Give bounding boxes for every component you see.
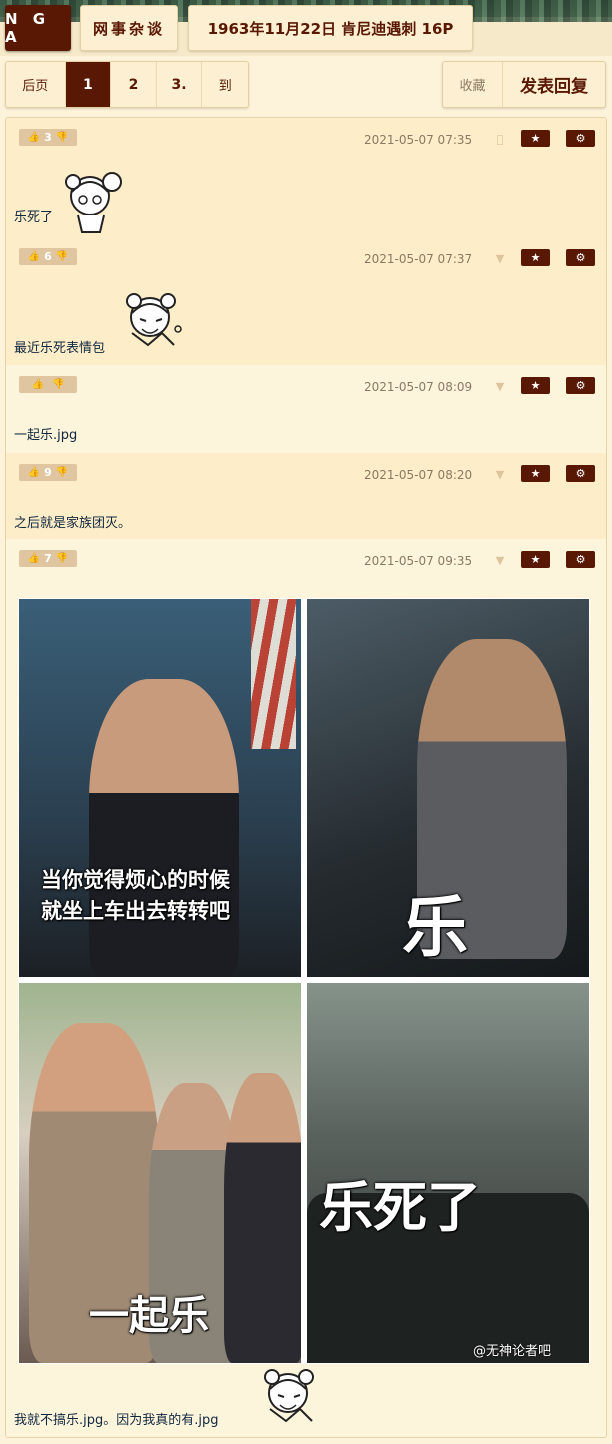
gear-icon: ⚙ bbox=[575, 132, 586, 145]
gear-icon: ⚙ bbox=[575, 379, 586, 392]
thumb-up-icon[interactable]: 👍 bbox=[28, 251, 40, 262]
breadcrumb-topic[interactable]: 1963年11月22日 肯尼迪遇刺 16P bbox=[188, 5, 473, 51]
vote-widget[interactable]: 👍 6 👎 bbox=[19, 248, 77, 265]
post-content: 之后就是家族团灭。 bbox=[14, 516, 132, 531]
vote-count: 6 bbox=[44, 250, 52, 263]
star-icon: ★ bbox=[530, 379, 541, 392]
gear-icon: ⚙ bbox=[575, 251, 586, 264]
thumb-down-icon[interactable]: 👎 bbox=[56, 467, 68, 478]
person-figure bbox=[89, 679, 239, 977]
vote-widget[interactable]: 👍 9 👎 bbox=[19, 464, 77, 481]
photo-panel: 乐死了 @无神论者吧 bbox=[307, 983, 589, 1363]
star-button[interactable]: ★ bbox=[521, 465, 550, 482]
thumb-up-icon[interactable]: 👍 bbox=[28, 132, 40, 143]
gear-icon: ⚙ bbox=[575, 467, 586, 480]
star-icon: ★ bbox=[530, 553, 541, 566]
thumb-up-icon[interactable]: 👍 bbox=[32, 379, 44, 390]
next-page-button[interactable]: 后页 bbox=[6, 62, 66, 107]
image-caption: 当你觉得烦心的时候 就坐上车出去转转吧 bbox=[41, 865, 230, 927]
photo-panel: 当你觉得烦心的时候 就坐上车出去转转吧 bbox=[19, 599, 301, 977]
star-button[interactable]: ★ bbox=[521, 551, 550, 568]
star-icon: ★ bbox=[530, 251, 541, 264]
thumb-down-icon[interactable]: 👎 bbox=[52, 379, 64, 390]
post-content: 一起乐.jpg bbox=[14, 428, 78, 443]
post-menu-button[interactable]: ⚙ bbox=[566, 249, 595, 266]
post-time: 2021-05-07 09:35 bbox=[364, 554, 473, 568]
star-button[interactable]: ★ bbox=[521, 377, 550, 394]
thread-actions: 收藏 发表回复 bbox=[442, 61, 606, 108]
page-1-button[interactable]: 1 bbox=[65, 62, 112, 107]
photo-panel: 乐 bbox=[307, 599, 589, 977]
android-icon: ▼ bbox=[495, 554, 505, 567]
sticker-image bbox=[65, 172, 122, 233]
thumb-down-icon[interactable]: 👎 bbox=[56, 251, 68, 262]
thread-posts: 👍 3 👎 2021-05-07 07:35  ★ ⚙ 乐死了 👍 6 👎 2… bbox=[5, 117, 607, 1438]
goto-page-button[interactable]: 到 bbox=[202, 62, 248, 107]
android-icon: ▼ bbox=[495, 380, 505, 393]
vote-widget[interactable]: 👍 3 👎 bbox=[19, 129, 77, 146]
vote-count: 3 bbox=[44, 131, 52, 144]
post-menu-button[interactable]: ⚙ bbox=[566, 377, 595, 394]
post-menu-button[interactable]: ⚙ bbox=[566, 551, 595, 568]
star-button[interactable]: ★ bbox=[521, 249, 550, 266]
post-time: 2021-05-07 08:20 bbox=[364, 468, 473, 482]
post: 👍 3 👎 2021-05-07 07:35  ★ ⚙ 乐死了 bbox=[6, 118, 606, 237]
post-content: 我就不搞乐.jpg。因为我真的有.jpg bbox=[14, 1413, 219, 1428]
post: 👍 7 👎 2021-05-07 09:35 ▼ ★ ⚙ 当你觉得烦心的时候 就… bbox=[6, 539, 606, 1437]
thumb-up-icon[interactable]: 👍 bbox=[28, 467, 40, 478]
vote-count: 7 bbox=[44, 552, 52, 565]
post-menu-button[interactable]: ⚙ bbox=[566, 130, 595, 147]
vote-widget[interactable]: 👍 👎 bbox=[19, 376, 77, 393]
person-figure bbox=[224, 1073, 301, 1363]
vote-widget[interactable]: 👍 7 👎 bbox=[19, 550, 77, 567]
post-content: 乐死了 bbox=[14, 210, 54, 225]
image-caption: 乐 bbox=[402, 889, 468, 966]
gear-icon: ⚙ bbox=[575, 553, 586, 566]
vote-count: 9 bbox=[44, 466, 52, 479]
post: 👍 6 👎 2021-05-07 07:37 ▼ ★ ⚙ 最近乐死表情包 bbox=[6, 237, 606, 365]
android-icon: ▼ bbox=[495, 252, 505, 265]
page-3-button[interactable]: 3. bbox=[157, 62, 203, 107]
star-button[interactable]: ★ bbox=[521, 130, 550, 147]
sticker-image bbox=[264, 1369, 314, 1423]
post: 👍 👎 2021-05-07 08:09 ▼ ★ ⚙ 一起乐.jpg bbox=[6, 365, 606, 453]
android-icon: ▼ bbox=[495, 468, 505, 481]
site-logo[interactable]: N G A bbox=[5, 5, 71, 51]
post-menu-button[interactable]: ⚙ bbox=[566, 465, 595, 482]
reply-button[interactable]: 发表回复 bbox=[503, 62, 605, 107]
photo-panel: 一起乐 bbox=[19, 983, 301, 1363]
flag-image bbox=[251, 599, 296, 749]
page-2-button[interactable]: 2 bbox=[111, 62, 157, 107]
post-time: 2021-05-07 07:35 bbox=[364, 133, 473, 147]
thumb-up-icon[interactable]: 👍 bbox=[28, 553, 40, 564]
image-watermark: @无神论者吧 bbox=[473, 1344, 552, 1359]
breadcrumb-forum[interactable]: 网事杂谈 bbox=[80, 5, 178, 51]
image-caption: 乐死了 bbox=[319, 1176, 481, 1239]
caption-line: 就坐上车出去转转吧 bbox=[41, 899, 230, 923]
star-icon: ★ bbox=[530, 467, 541, 480]
favorite-button[interactable]: 收藏 bbox=[443, 62, 503, 107]
pagination: 后页 1 2 3. 到 bbox=[5, 61, 249, 108]
sticker-image bbox=[126, 293, 182, 347]
post: 👍 9 👎 2021-05-07 08:20 ▼ ★ ⚙ 之后就是家族团灭。 bbox=[6, 453, 606, 539]
thumb-down-icon[interactable]: 👎 bbox=[56, 553, 68, 564]
image-caption: 一起乐 bbox=[89, 1293, 209, 1339]
thumb-down-icon[interactable]: 👎 bbox=[56, 132, 68, 143]
star-icon: ★ bbox=[530, 132, 541, 145]
post-time: 2021-05-07 08:09 bbox=[364, 380, 473, 394]
caption-line: 当你觉得烦心的时候 bbox=[41, 868, 230, 892]
apple-icon:  bbox=[494, 133, 506, 147]
meme-image[interactable]: 当你觉得烦心的时候 就坐上车出去转转吧 乐 一起乐 乐死了 @无神论者吧 bbox=[18, 598, 590, 1364]
post-content: 最近乐死表情包 bbox=[14, 341, 106, 356]
post-time: 2021-05-07 07:37 bbox=[364, 252, 473, 266]
